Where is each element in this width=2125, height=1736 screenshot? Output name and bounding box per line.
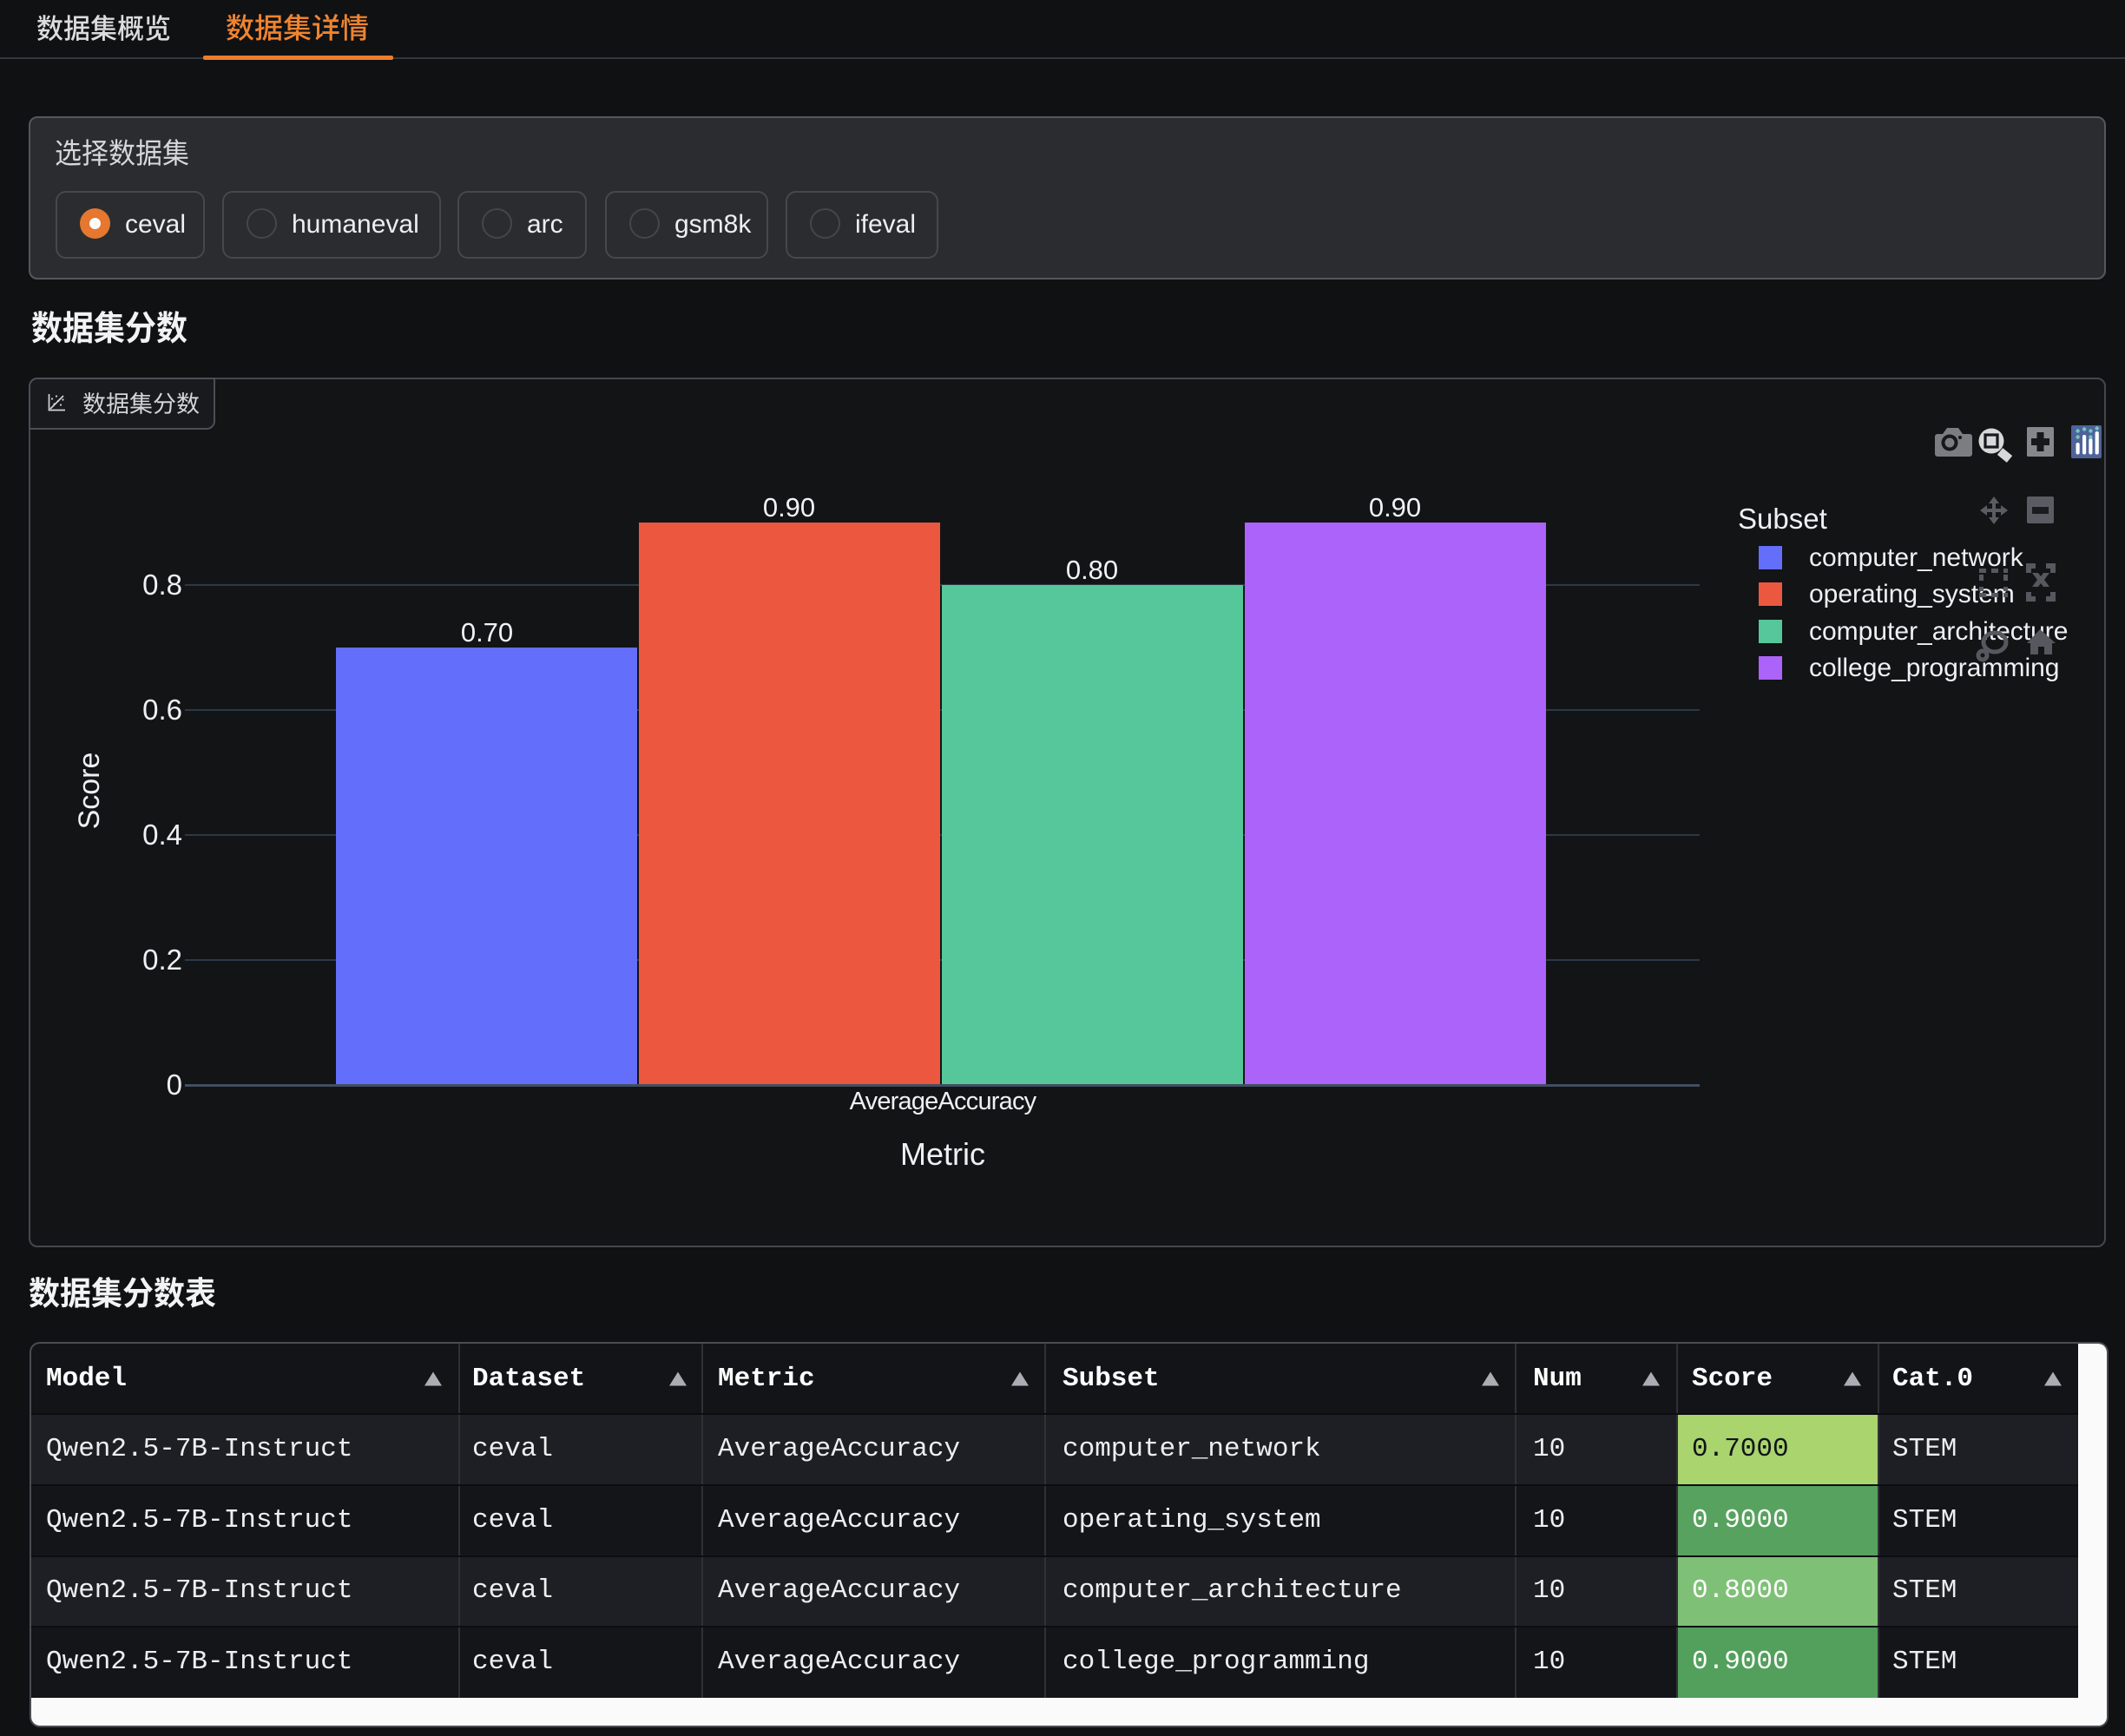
svg-text:0.6: 0.6	[142, 694, 182, 726]
svg-text:0.90: 0.90	[763, 492, 815, 523]
svg-text:0.2: 0.2	[142, 944, 182, 976]
svg-text:Metric: Metric	[900, 1136, 985, 1172]
svg-text:0: 0	[167, 1069, 182, 1101]
svg-text:0.90: 0.90	[1369, 492, 1421, 523]
svg-text:AverageAccuracy: AverageAccuracy	[850, 1088, 1037, 1115]
svg-text:0.80: 0.80	[1066, 555, 1118, 585]
svg-text:Subset: Subset	[1738, 503, 1827, 535]
svg-text:0.8: 0.8	[142, 569, 182, 601]
svg-text:0.4: 0.4	[142, 819, 182, 851]
svg-text:0.70: 0.70	[461, 617, 513, 648]
svg-text:Score: Score	[73, 753, 106, 830]
